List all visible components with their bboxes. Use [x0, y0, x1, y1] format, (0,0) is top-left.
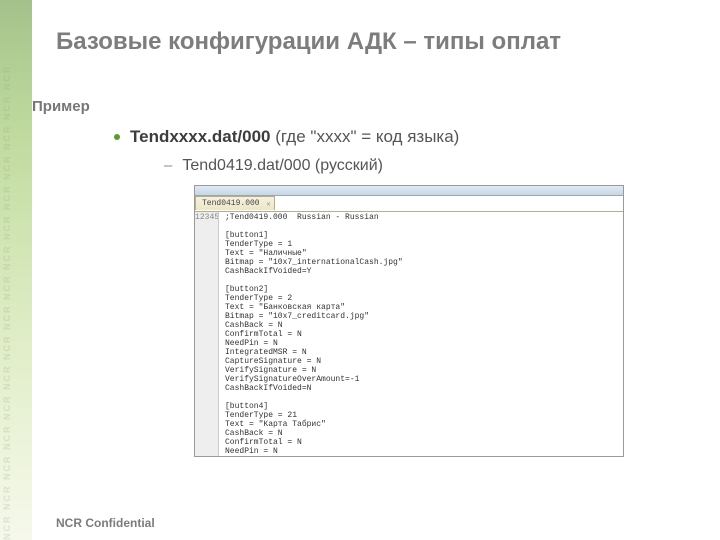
slide-content: Базовые конфигурации АДК – типы оплат Пр… — [0, 0, 720, 540]
bullet-1-main: Tendxxxx.dat/000 — [130, 127, 270, 146]
bullet-dot-icon — [114, 134, 120, 140]
close-icon: ✕ — [266, 198, 270, 212]
footer-text: NCR Confidential — [56, 516, 155, 530]
bullet-1-note: (где "xxxx" = код языка) — [270, 127, 459, 146]
editor-tab: Tend0419.000 ✕ — [195, 196, 275, 210]
bullet-1: Tendxxxx.dat/000 (где "xxxx" = код языка… — [114, 127, 680, 147]
bullet-1-text: Tendxxxx.dat/000 (где "xxxx" = код языка… — [130, 127, 459, 147]
line-number-gutter: 1234567891011121314151617181920212223242… — [195, 212, 219, 456]
section-label: Пример — [32, 98, 680, 115]
sub-bullet-1-text: Tend0419.dat/000 (русский) — [182, 157, 383, 175]
editor-tab-label: Tend0419.000 — [202, 199, 260, 208]
dash-icon: – — [164, 157, 172, 174]
editor-toolbar — [195, 186, 623, 196]
slide-title: Базовые конфигурации АДК – типы оплат — [56, 28, 680, 56]
code-editor-screenshot: Tend0419.000 ✕ 1234567891011121314151617… — [194, 185, 624, 457]
editor-body: 1234567891011121314151617181920212223242… — [195, 211, 623, 456]
sub-bullet-1: – Tend0419.dat/000 (русский) — [164, 157, 680, 175]
code-area: ;Tend0419.000 Russian - Russian[button1]… — [219, 212, 623, 456]
